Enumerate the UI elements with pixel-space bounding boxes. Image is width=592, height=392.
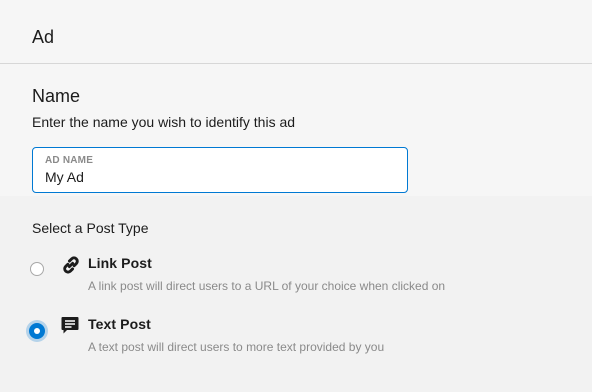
ad-name-input[interactable]: My Ad xyxy=(45,168,84,186)
link-post-radio[interactable] xyxy=(30,262,44,276)
link-post-option[interactable]: Link Post A link post will direct users … xyxy=(30,252,550,298)
name-section-description: Enter the name you wish to identify this… xyxy=(32,114,296,130)
link-post-title: Link Post xyxy=(88,255,152,271)
text-post-option[interactable]: Text Post A text post will direct users … xyxy=(29,313,550,359)
text-post-icon xyxy=(60,315,80,335)
page-title: Ad xyxy=(32,27,55,47)
ad-name-field[interactable]: AD NAME My Ad xyxy=(32,147,408,193)
text-post-description: A text post will direct users to more te… xyxy=(88,340,385,354)
name-section: Name Enter the name you wish to identify… xyxy=(0,64,592,196)
ad-header: Ad xyxy=(0,0,592,64)
text-post-title: Text Post xyxy=(88,316,151,332)
name-section-title: Name xyxy=(32,86,81,106)
link-post-description: A link post will direct users to a URL o… xyxy=(88,279,446,293)
link-icon xyxy=(60,254,80,274)
ad-name-label: AD NAME xyxy=(45,155,94,166)
post-type-heading: Select a Post Type xyxy=(32,220,149,236)
text-post-radio[interactable] xyxy=(29,323,45,339)
post-type-section: Select a Post Type Link Post A link post… xyxy=(0,196,592,392)
